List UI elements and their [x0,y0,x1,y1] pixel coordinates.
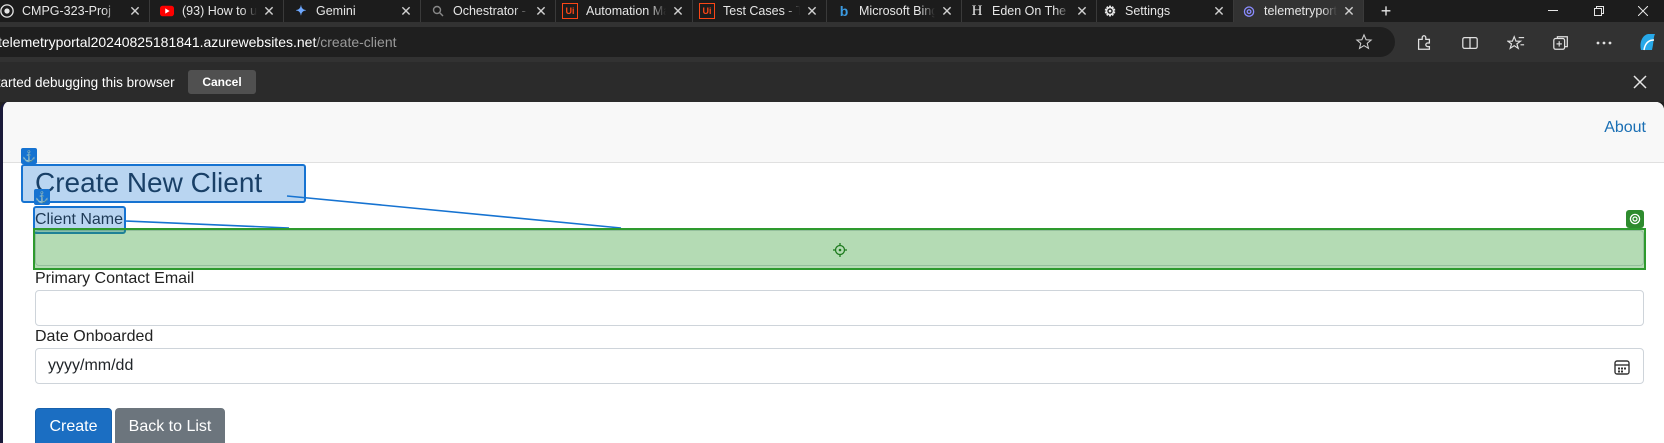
collections-icon[interactable] [1551,33,1571,53]
tab-settings[interactable]: ⚙ Settings ✕ [1097,0,1234,22]
tab-test-cases[interactable]: Ui Test Cases - Tes ✕ [693,0,827,22]
new-tab-button[interactable]: + [1364,0,1408,22]
split-screen-icon[interactable] [1460,33,1480,53]
bing-icon: b [839,3,849,19]
tab-title: CMPG-323-Proj [22,4,111,18]
minimize-button[interactable] [1530,0,1576,22]
close-icon[interactable]: ✕ [804,3,820,20]
target-icon[interactable] [1626,210,1644,228]
page-viewport: About Create New Client Client Name Prim… [0,102,1664,443]
create-button[interactable]: Create [35,408,112,443]
close-icon[interactable]: ✕ [1211,3,1227,20]
tab-youtube[interactable]: (93) How to use ✕ [150,0,284,22]
close-icon[interactable]: ✕ [1341,3,1357,20]
tab-orchestrator[interactable]: Ochestrator - Sa ✕ [421,0,556,22]
tab-title: (93) How to use [182,4,257,18]
tab-title: Ochestrator - Sa [453,4,529,18]
date-onboarded-input[interactable]: yyyy/mm/dd [35,348,1644,384]
close-icon[interactable]: ✕ [398,3,414,20]
tab-title: telemetryportal [1264,4,1337,18]
youtube-icon [160,4,174,18]
infobar-message: started debugging this browser [0,74,175,90]
close-icon[interactable]: ✕ [939,3,955,20]
tab-telemetryportal[interactable]: ◎ telemetryportal ✕ [1234,0,1364,22]
github-icon [0,4,14,18]
date-placeholder: yyyy/mm/dd [48,357,134,374]
close-icon[interactable]: ✕ [533,3,549,20]
debugging-infobar: started debugging this browser Cancel [0,62,1664,102]
favorite-star-icon[interactable] [1355,33,1373,51]
search-icon [431,4,445,18]
address-bar-row: telemetryportal20240825181841.azurewebsi… [0,22,1664,62]
copilot-icon[interactable] [1636,29,1660,55]
calendar-icon[interactable] [1613,358,1631,376]
h-icon: H [971,2,983,19]
crosshair-icon [833,243,847,262]
uipath-icon: Ui [699,3,715,19]
restore-button[interactable] [1576,0,1622,22]
gear-icon: ⚙ [1103,2,1117,19]
close-window-button[interactable] [1620,0,1664,22]
target-element-highlight [33,228,1646,270]
email-label: Primary Contact Email [35,270,195,287]
close-icon[interactable]: ✕ [670,3,686,20]
cancel-debugging-button[interactable]: Cancel [188,70,256,94]
portal-icon: ◎ [1243,3,1255,18]
tab-strip: CMPG-323-Proj ✕ (93) How to use ✕ ✦ Gemi… [0,0,1664,22]
email-input[interactable] [35,290,1644,326]
tab-title: Microsoft Bing [859,4,935,18]
close-icon[interactable]: ✕ [1074,3,1090,20]
tab-automation[interactable]: Ui Automation Ma ✕ [556,0,693,22]
tab-title: Test Cases - Tes [723,4,800,18]
anchor-icon[interactable]: ⚓ [21,148,37,164]
url-path: /create-client [316,34,397,50]
more-options-icon[interactable] [1594,33,1614,53]
tab-title: Eden On The Be [992,4,1070,18]
back-to-list-button[interactable]: Back to List [115,408,225,443]
close-icon[interactable]: ✕ [127,3,143,20]
nav-about-link[interactable]: About [1604,119,1646,137]
close-icon[interactable] [1630,72,1650,92]
favorites-icon[interactable] [1506,33,1526,53]
tab-github[interactable]: CMPG-323-Proj ✕ [0,0,150,22]
url-host: telemetryportal20240825181841.azurewebsi… [0,34,317,50]
tab-eden[interactable]: H Eden On The Be ✕ [962,0,1097,22]
tab-bing[interactable]: b Microsoft Bing ✕ [827,0,962,22]
tab-title: Settings [1125,4,1171,18]
address-bar[interactable]: telemetryportal20240825181841.azurewebsi… [0,27,1395,57]
title-anchor-highlight [21,164,306,203]
date-onboarded-label: Date Onboarded [35,328,154,345]
gemini-icon: ✦ [295,3,307,18]
anchor-icon[interactable]: ⚓ [34,189,50,205]
close-icon[interactable]: ✕ [261,3,277,20]
tab-gemini[interactable]: ✦ Gemini ✕ [284,0,421,22]
site-navbar: About [3,102,1664,163]
url-text[interactable]: telemetryportal20240825181841.azurewebsi… [0,34,397,50]
uipath-icon: Ui [562,3,578,19]
extensions-icon[interactable] [1414,33,1434,53]
tab-title: Automation Ma [586,4,666,18]
tab-title: Gemini [316,4,356,18]
